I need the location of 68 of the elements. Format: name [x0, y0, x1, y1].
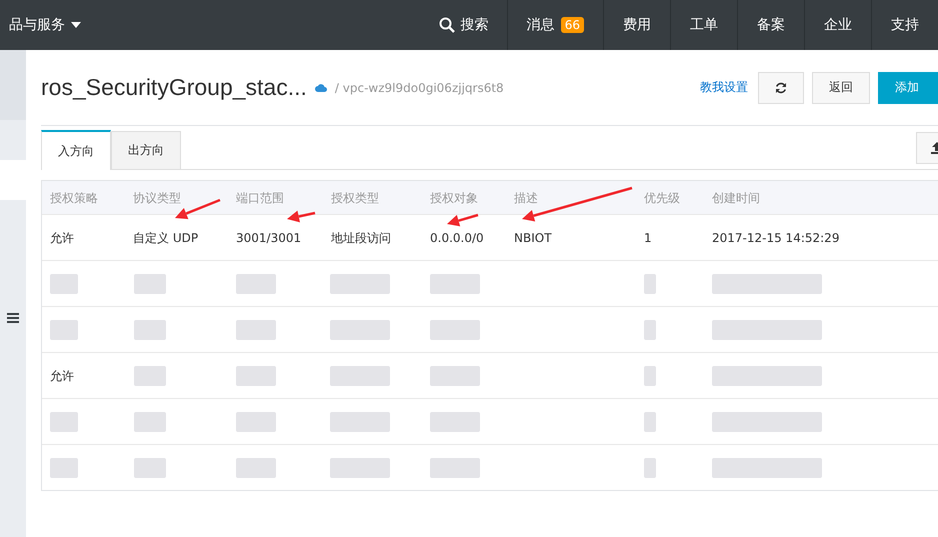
table-cell: 自定义 UDP	[133, 231, 198, 245]
direction-tab[interactable]: 出方向	[111, 131, 181, 169]
nav-item[interactable]: 工单	[670, 0, 737, 50]
redacted-block	[430, 412, 480, 432]
redacted-block	[330, 274, 390, 294]
column-header: 创建时间	[712, 190, 760, 207]
redacted-block	[330, 366, 390, 386]
redacted-block	[134, 458, 166, 478]
column-header: 端口范围	[236, 190, 284, 207]
annotation-arrow	[447, 214, 478, 226]
nav-item[interactable]: 备案	[737, 0, 804, 50]
message-count-badge: 66	[560, 17, 584, 33]
nav-item[interactable]: 费用	[603, 0, 670, 50]
table-cell: 允许	[50, 231, 74, 245]
redacted-block	[330, 320, 390, 340]
redacted-block	[430, 366, 480, 386]
redacted-block	[50, 458, 78, 478]
redacted-block	[644, 412, 656, 432]
column-header: 描述	[514, 190, 538, 207]
table-cell: 地址段访问	[331, 231, 391, 245]
column-header: 协议类型	[133, 190, 181, 207]
redacted-block	[236, 366, 276, 386]
column-header: 授权类型	[331, 190, 379, 207]
table-cell: 2017-12-15 14:52:29	[712, 231, 840, 245]
redacted-block	[644, 458, 656, 478]
caret-icon	[71, 22, 81, 28]
annotation-arrow	[287, 210, 316, 222]
column-header: 授权对象	[430, 190, 478, 207]
redacted-block	[50, 320, 78, 340]
cloud-icon	[314, 84, 327, 92]
redacted-block	[236, 458, 276, 478]
redacted-block	[430, 320, 480, 340]
redacted-block	[236, 320, 276, 340]
redacted-block	[236, 274, 276, 294]
nav-item[interactable]: 企业	[804, 0, 871, 50]
back-button[interactable]: 返回	[812, 72, 870, 104]
search-icon	[438, 17, 455, 33]
redacted-block	[330, 412, 390, 432]
table-cell: 3001/3001	[236, 231, 302, 245]
products-menu[interactable]: 品与服务	[9, 0, 81, 50]
redacted-block	[330, 458, 390, 478]
direction-tab[interactable]: 入方向	[41, 130, 111, 170]
column-header: 授权策略	[50, 190, 98, 207]
table-cell: 0.0.0.0/0	[430, 231, 484, 245]
refresh-icon	[775, 82, 787, 94]
menu-icon[interactable]	[7, 312, 19, 324]
redacted-block	[236, 412, 276, 432]
redacted-block	[430, 274, 480, 294]
redacted-block	[644, 320, 656, 340]
page-title: ros_SecurityGroup_stac...	[41, 74, 307, 101]
search-button[interactable]: 搜索	[420, 0, 507, 50]
redacted-block	[134, 320, 166, 340]
redacted-block	[644, 274, 656, 294]
table-cell: NBIOT	[514, 231, 552, 245]
table-cell: 1	[644, 231, 652, 245]
column-header: 优先级	[644, 190, 680, 207]
table-cell: 允许	[50, 369, 74, 383]
redacted-block	[430, 458, 480, 478]
redacted-block	[50, 274, 78, 294]
redacted-block	[134, 412, 166, 432]
redacted-block	[644, 366, 656, 386]
refresh-button[interactable]	[758, 72, 804, 104]
redacted-block	[50, 412, 78, 432]
redacted-block	[134, 366, 166, 386]
nav-item[interactable]: 消息 66	[506, 0, 603, 50]
nav-item[interactable]: 支持	[871, 0, 938, 50]
help-link[interactable]: 教我设置	[700, 79, 748, 96]
redacted-block	[134, 274, 166, 294]
